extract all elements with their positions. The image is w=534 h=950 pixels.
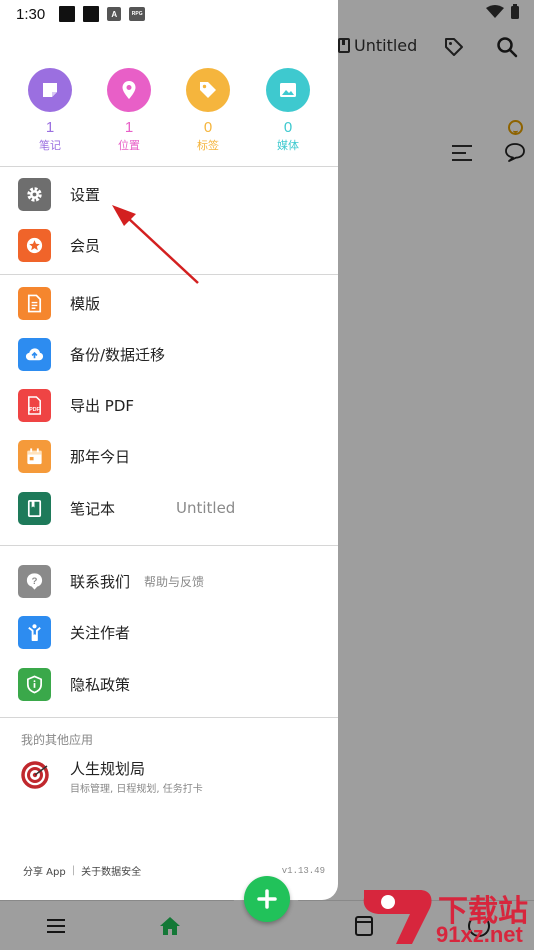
notification-rpg-icon: RPG xyxy=(129,7,146,21)
menu-item-export-pdf[interactable]: PDF 导出 PDF xyxy=(0,381,338,429)
stat-value: 0 xyxy=(283,119,293,136)
menu-item-settings[interactable]: 设置 xyxy=(0,170,338,218)
menu-label: 设置 xyxy=(70,185,101,204)
stat-label: 笔记 xyxy=(39,139,61,152)
menu-item-contact[interactable]: ? 联系我们 帮助与反馈 xyxy=(0,557,338,605)
other-apps-title: 我的其他应用 xyxy=(21,733,94,747)
menu-item-notebook[interactable]: 笔记本 Untitled xyxy=(0,484,338,532)
stat-value: 1 xyxy=(124,119,134,136)
divider xyxy=(0,717,338,718)
current-notebook-value: Untitled xyxy=(176,499,236,517)
target-icon xyxy=(21,761,49,789)
other-app-name: 人生规划局 xyxy=(70,760,146,778)
menu-label: 那年今日 xyxy=(70,447,131,466)
notification-icon xyxy=(83,6,100,22)
note-icon xyxy=(28,68,72,112)
menu-label: 导出 PDF xyxy=(70,396,134,415)
pdf-icon: PDF xyxy=(18,389,51,422)
menu-item-template[interactable]: 模版 xyxy=(0,279,338,327)
menu-label: 联系我们 xyxy=(70,572,131,591)
drawer-footer: 分享 App | 关于数据安全 v1.13.49 xyxy=(23,863,325,878)
menu-label: 会员 xyxy=(70,236,101,255)
stat-value: 0 xyxy=(203,119,213,136)
watermark-bottom-text: 91xz.net xyxy=(436,922,523,947)
app-version: v1.13.49 xyxy=(281,865,325,876)
menu-label: 关注作者 xyxy=(70,623,131,642)
svg-text:PDF: PDF xyxy=(29,407,39,413)
menu-label: 模版 xyxy=(70,294,101,313)
gear-icon xyxy=(18,178,51,211)
data-security-link[interactable]: 关于数据安全 xyxy=(81,863,141,878)
menu-sublabel: 帮助与反馈 xyxy=(144,574,205,589)
divider xyxy=(0,166,338,167)
menu-item-privacy[interactable]: 隐私政策 xyxy=(0,660,338,708)
menu-label: 隐私政策 xyxy=(70,675,131,694)
image-icon xyxy=(266,68,310,112)
stat-label: 媒体 xyxy=(277,139,299,152)
stat-label: 位置 xyxy=(118,139,140,152)
divider xyxy=(0,274,338,275)
watermark-logo xyxy=(363,890,432,944)
site-watermark: 下载站 91xz.net xyxy=(360,884,534,950)
footer-separator: | xyxy=(71,865,76,876)
person-icon xyxy=(18,616,51,649)
add-note-button[interactable] xyxy=(244,876,290,922)
menu-item-member[interactable]: 会员 xyxy=(0,221,338,269)
menu-item-on-this-day[interactable]: 那年今日 xyxy=(0,432,338,480)
other-app-desc: 目标管理, 日程规划, 任务打卡 xyxy=(70,784,203,795)
calendar-icon xyxy=(18,440,51,473)
stat-media[interactable]: 0 媒体 xyxy=(248,68,328,153)
shield-icon xyxy=(18,668,51,701)
stat-notes[interactable]: 1 笔记 xyxy=(10,68,90,153)
location-pin-icon xyxy=(107,68,151,112)
other-app-item[interactable]: 人生规划局 目标管理, 日程规划, 任务打卡 xyxy=(0,752,338,798)
question-icon: ? xyxy=(18,565,51,598)
svg-text:?: ? xyxy=(32,576,38,587)
stat-locations[interactable]: 1 位置 xyxy=(89,68,169,153)
status-bar: 1:30 A RPG xyxy=(16,4,146,24)
cloud-upload-icon xyxy=(18,338,51,371)
stat-label: 标签 xyxy=(197,139,219,152)
star-badge-icon xyxy=(18,229,51,262)
notebook-icon xyxy=(18,492,51,525)
plus-icon xyxy=(257,889,277,909)
share-app-link[interactable]: 分享 App xyxy=(23,863,66,878)
menu-item-follow[interactable]: 关注作者 xyxy=(0,608,338,656)
tag-icon xyxy=(186,68,230,112)
stat-value: 1 xyxy=(45,119,55,136)
notification-icon xyxy=(59,6,76,22)
document-icon xyxy=(18,287,51,320)
menu-item-backup[interactable]: 备份/数据迁移 xyxy=(0,330,338,378)
stat-tags[interactable]: 0 标签 xyxy=(168,68,248,153)
status-time: 1:30 xyxy=(16,5,46,23)
notification-a-icon: A xyxy=(107,7,122,21)
divider xyxy=(0,545,338,546)
menu-label: 备份/数据迁移 xyxy=(70,345,166,364)
menu-label: 笔记本 xyxy=(70,499,116,518)
navigation-drawer: 1:30 A RPG 1 笔记 1 位置 0 标签 0 媒体 设置 会员 模版 … xyxy=(0,0,338,900)
